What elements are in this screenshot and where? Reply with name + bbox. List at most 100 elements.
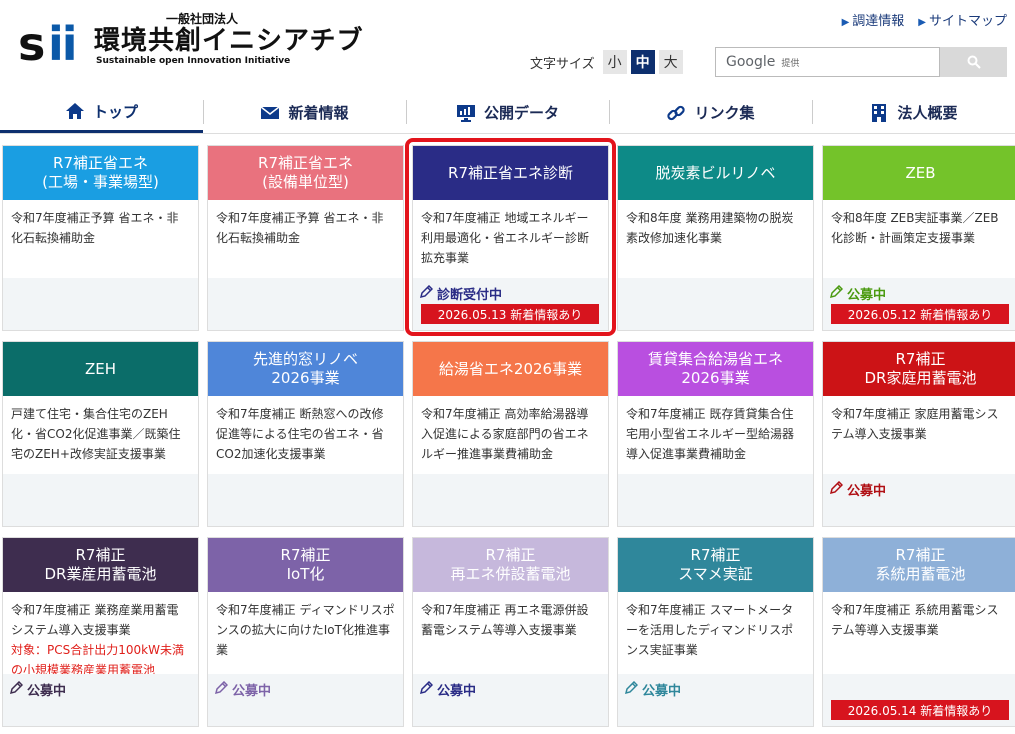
- monitor-chart-icon: [456, 103, 476, 123]
- recruiting-status-label: 公募中: [642, 684, 682, 699]
- nav-top[interactable]: トップ: [0, 92, 203, 133]
- pencil-icon: [9, 680, 24, 699]
- site-logo[interactable]: s ii 一般社団法人 環境共創イニシアチブ Sustainable open …: [18, 12, 363, 67]
- program-card-footer: 2026.05.14 新着情報あり: [823, 674, 1015, 726]
- nav-public-data[interactable]: 公開データ: [406, 92, 609, 133]
- program-card[interactable]: 脱炭素ビルリノベ 令和8年度 業務用建築物の脱炭素改修加速化事業: [617, 145, 814, 331]
- program-card-title: R7補正 系統用蓄電池: [823, 538, 1015, 592]
- pencil-icon: [419, 680, 434, 699]
- program-card-footer: 公募中: [618, 674, 813, 726]
- program-card-title: R7補正 DR業産用蓄電池: [3, 538, 198, 592]
- program-card-description: 令和7年度補正 スマートメーターを活用したディマンドリスポンス実証事業: [626, 603, 794, 657]
- program-card-footer: [208, 474, 403, 526]
- recruiting-status-label: 診断受付中: [437, 288, 503, 303]
- program-card-footer: 公募中: [3, 674, 198, 726]
- nav-about[interactable]: 法人概要: [812, 92, 1015, 133]
- font-size-large-button[interactable]: 大: [658, 50, 683, 74]
- recruiting-status: 公募中: [214, 680, 271, 699]
- org-type: 一般社団法人: [166, 12, 239, 26]
- program-card-description: 令和8年度 ZEB実証事業／ZEB化診断・計画策定支援事業: [831, 211, 999, 245]
- program-card-title: R7補正 IoT化: [208, 538, 403, 592]
- recruiting-status: 診断受付中: [419, 284, 502, 303]
- pencil-icon: [829, 284, 844, 303]
- program-card-footer: 診断受付中 2026.05.13 新着情報あり: [413, 278, 608, 330]
- program-card[interactable]: R7補正省エネ (工場・事業場型) 令和7年度補正予算 省エネ・非化石転換補助金: [2, 145, 199, 331]
- provided-by-label: 提供: [781, 58, 800, 69]
- program-card-title: ZEH: [3, 342, 198, 396]
- program-card[interactable]: R7補正 系統用蓄電池令和7年度補正 系統用蓄電システム等導入支援事業 2026.0…: [822, 537, 1015, 727]
- program-card-description: 令和7年度補正 家庭用蓄電システム導入支援事業: [831, 407, 999, 441]
- program-card-title: R7補正省エネ (工場・事業場型): [3, 146, 198, 200]
- nav-links[interactable]: リンク集: [609, 92, 812, 133]
- program-card[interactable]: R7補正 再エネ併設蓄電池令和7年度補正 再エネ電源併設蓄電システム等導入支援事業…: [412, 537, 609, 727]
- program-card-description: 戸建て住宅・集合住宅のZEH化・省CO2化促進事業／既築住宅のZEH+改修実証支…: [11, 407, 181, 461]
- program-card-title: R7補正省エネ (設備単位型): [208, 146, 403, 200]
- program-card[interactable]: 給湯省エネ2026事業 令和7年度補正 高効率給湯器導入促進による家庭部門の省エネ…: [412, 341, 609, 527]
- mail-icon: [260, 103, 280, 123]
- org-name: 環境共創イニシアチブ: [94, 26, 364, 56]
- program-card-description: 令和7年度補正 既存賃貸集合住宅用小型省エネルギー型給湯器導入促進事業費補助金: [626, 407, 795, 461]
- news-badge[interactable]: 2026.05.13 新着情報あり: [421, 304, 599, 324]
- program-card[interactable]: R7補正 IoT化 令和7年度補正 ディマンドリスポンスの拡大に向けたIoT化推進事…: [207, 537, 404, 727]
- global-nav: トップ 新着情報 公開データ リンク集 法人概要: [0, 92, 1015, 134]
- program-card-footer: [208, 278, 403, 330]
- program-card-description: 令和7年度補正 高効率給湯器導入促進による家庭部門の省エネルギー推進事業費補助金: [421, 407, 589, 461]
- sitemap-link[interactable]: ▶ サイトマップ: [918, 10, 1007, 29]
- news-badge[interactable]: 2026.05.14 新着情報あり: [831, 700, 1009, 720]
- search-icon: [967, 55, 981, 69]
- program-card-title: R7補正 DR家庭用蓄電池: [823, 342, 1015, 396]
- recruiting-status: 公募中: [9, 680, 66, 699]
- program-card[interactable]: ZEB 令和8年度 ZEB実証事業／ZEB化診断・計画策定支援事業公募中 2026.…: [822, 145, 1015, 331]
- utility-links: ▶ 調達情報 ▶ サイトマップ: [842, 10, 1007, 29]
- program-card-description: 令和7年度補正 断熱窓への改修促進等による住宅の省エネ・省CO2加速化支援事業: [216, 407, 384, 461]
- program-card-footer: [3, 474, 198, 526]
- recruiting-status: 公募中: [419, 680, 476, 699]
- font-size-small-button[interactable]: 小: [602, 50, 627, 74]
- recruiting-status-label: 公募中: [847, 484, 887, 499]
- pencil-icon: [624, 680, 639, 699]
- triangle-right-icon: ▶: [841, 17, 850, 28]
- recruiting-status-label: 公募中: [847, 288, 887, 303]
- program-card-title: 賃貸集合給湯省エネ 2026事業: [618, 342, 813, 396]
- program-card-footer: [413, 474, 608, 526]
- site-search: Google 提供: [715, 47, 1007, 77]
- recruiting-status-label: 公募中: [232, 684, 272, 699]
- program-card-description: 令和7年度補正 業務産業用蓄電システム導入支援事業 対象：PCS合計出力100kW…: [3, 592, 198, 677]
- program-card[interactable]: R7補正 DR家庭用蓄電池令和7年度補正 家庭用蓄電システム導入支援事業公募中: [822, 341, 1015, 527]
- search-input[interactable]: Google 提供: [715, 47, 940, 77]
- program-card[interactable]: ZEH 戸建て住宅・集合住宅のZEH化・省CO2化促進事業／既築住宅のZEH+改修…: [2, 341, 199, 527]
- news-badge[interactable]: 2026.05.12 新着情報あり: [831, 304, 1009, 324]
- program-card[interactable]: R7補正省エネ診断 令和7年度補正 地域エネルギー利用最適化・省エネルギー診断拡充…: [412, 145, 609, 331]
- pencil-icon: [214, 680, 229, 699]
- program-card-title: ZEB: [823, 146, 1015, 200]
- building-icon: [869, 103, 889, 123]
- program-card[interactable]: 賃貸集合給湯省エネ 2026事業令和7年度補正 既存賃貸集合住宅用小型省エネルギー…: [617, 341, 814, 527]
- program-card-description: 令和7年度補正 再エネ電源併設蓄電システム等導入支援事業: [421, 603, 589, 637]
- program-card[interactable]: R7補正省エネ (設備単位型) 令和7年度補正予算 省エネ・非化石転換補助金: [207, 145, 404, 331]
- recruiting-status-label: 公募中: [437, 684, 477, 699]
- site-header: s ii 一般社団法人 環境共創イニシアチブ Sustainable open …: [0, 0, 1015, 92]
- program-card-description: 令和7年度補正予算 省エネ・非化石転換補助金: [11, 211, 179, 245]
- org-name-en: Sustainable open Innovation Initiative: [96, 56, 291, 66]
- program-card-title: 先進的窓リノベ 2026事業: [208, 342, 403, 396]
- program-card-description: 令和7年度補正 地域エネルギー利用最適化・省エネルギー診断拡充事業: [421, 211, 590, 265]
- search-button[interactable]: [940, 47, 1007, 77]
- program-card[interactable]: 先進的窓リノベ 2026事業令和7年度補正 断熱窓への改修促進等による住宅の省エネ…: [207, 341, 404, 527]
- program-card-footer: [618, 474, 813, 526]
- program-card[interactable]: R7補正 DR業産用蓄電池 令和7年度補正 業務産業用蓄電システム導入支援事業 対象：…: [2, 537, 199, 727]
- sii-logo-mark: s ii: [18, 17, 78, 71]
- program-card-description: 令和7年度補正 ディマンドリスポンスの拡大に向けたIoT化推進事業: [216, 603, 395, 657]
- program-card-description: 令和7年度補正予算 省エネ・非化石転換補助金: [216, 211, 384, 245]
- font-size-label: 文字サイズ: [530, 56, 595, 72]
- program-card-description: 令和7年度補正 系統用蓄電システム等導入支援事業: [831, 603, 999, 637]
- triangle-right-icon: ▶: [918, 17, 926, 28]
- link-icon: [666, 103, 686, 123]
- program-card-title: R7補正 スマメ実証: [618, 538, 813, 592]
- program-card[interactable]: R7補正 スマメ実証令和7年度補正 スマートメーターを活用したディマンドリスポンス…: [617, 537, 814, 727]
- procurement-link[interactable]: ▶ 調達情報: [842, 10, 905, 29]
- font-size-medium-button[interactable]: 中: [630, 50, 655, 74]
- recruiting-status-label: 公募中: [27, 684, 67, 699]
- program-card-title: R7補正 再エネ併設蓄電池: [413, 538, 608, 592]
- nav-news[interactable]: 新着情報: [203, 92, 406, 133]
- google-brand: Google: [726, 54, 776, 70]
